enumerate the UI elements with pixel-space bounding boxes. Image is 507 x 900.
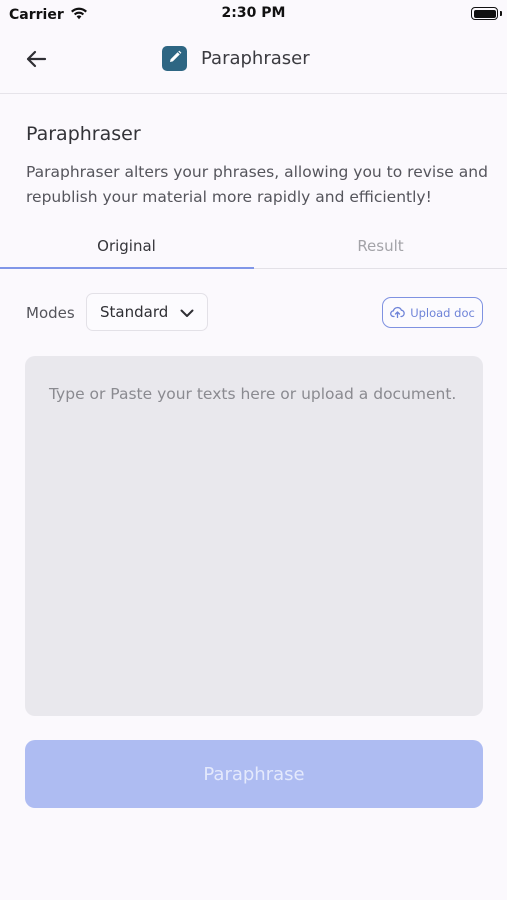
battery-cap [500,11,502,16]
tab-active-indicator [0,267,254,269]
nav-title: Paraphraser [201,48,310,69]
nav-bar: Paraphraser [0,28,507,94]
paraphrase-button[interactable]: Paraphrase [25,740,483,808]
nav-title-group: Paraphraser [162,46,310,71]
app-logo [162,46,187,71]
modes-label: Modes [26,304,75,322]
text-input[interactable] [25,356,483,716]
tab-original[interactable]: Original [0,222,253,269]
upload-doc-button[interactable]: Upload doc [382,297,483,328]
pencil-icon [168,49,182,68]
back-button[interactable] [20,45,52,77]
mode-dropdown[interactable]: Standard [86,293,208,331]
status-time: 2:30 PM [221,5,286,21]
status-bar: Carrier 2:30 PM [0,0,507,28]
battery-icon [471,7,498,20]
chevron-down-icon [180,303,194,322]
mode-value: Standard [100,303,169,321]
tab-bar: Original Result [0,222,507,269]
upload-doc-label: Upload doc [410,305,475,320]
cloud-upload-icon [390,303,405,322]
page-title: Paraphraser [26,123,141,145]
tab-result[interactable]: Result [254,222,507,269]
page-description: Paraphraser alters your phrases, allowin… [26,163,488,206]
battery-level [473,9,496,18]
arrow-left-icon [25,50,47,72]
